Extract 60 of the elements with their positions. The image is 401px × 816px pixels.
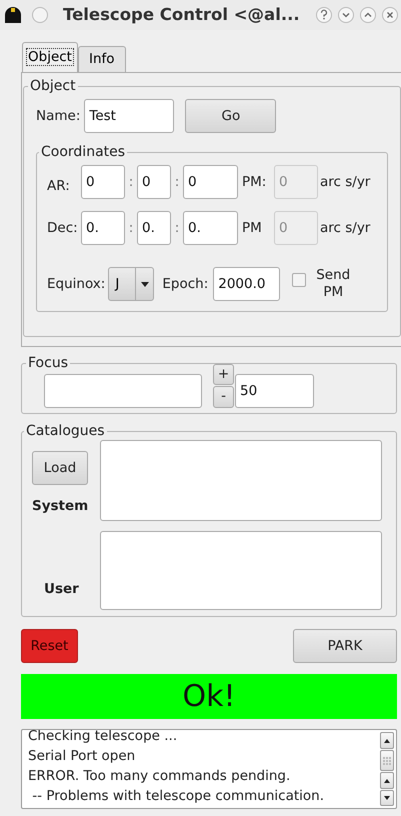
status-banner: Ok!: [21, 674, 397, 719]
coordinate-field[interactable]: 0.: [81, 211, 125, 245]
separator: :: [128, 218, 134, 238]
caret-icon: [140, 282, 149, 286]
field-label: Dec:: [47, 218, 79, 238]
tab[interactable]: Object: [22, 42, 78, 72]
field-label: Name:: [36, 106, 80, 126]
field-label: PM: [242, 218, 263, 238]
epoch-field[interactable]: 2000.0: [213, 267, 280, 301]
unit-label: arc s/yr: [320, 172, 370, 192]
group-title: Catalogues: [25, 424, 106, 438]
park-button[interactable]: PARK: [293, 629, 397, 663]
scroll-up-button[interactable]: [380, 732, 394, 750]
grip-icon: [383, 756, 391, 765]
reset-button[interactable]: Reset: [21, 629, 78, 663]
group-title: Coordinates: [40, 145, 126, 159]
focus-field[interactable]: [44, 374, 202, 408]
field-label: AR:: [47, 176, 71, 196]
field-label: Epoch:: [162, 274, 208, 294]
load-button[interactable]: Load: [32, 451, 88, 486]
coordinate-field[interactable]: 0.: [183, 211, 238, 245]
checkbox[interactable]: [292, 273, 306, 287]
log-line: -- Problems with telescope communication.: [31, 787, 326, 806]
catalogue-label: User: [44, 580, 80, 598]
maximize-icon[interactable]: [359, 6, 377, 24]
separator: :: [174, 218, 180, 238]
arrow-icon: [383, 778, 391, 784]
telescope-dome-icon: [4, 7, 22, 23]
tab[interactable]: Info: [78, 46, 126, 72]
separator: :: [174, 172, 180, 192]
arrow-icon: [383, 794, 391, 801]
close-icon[interactable]: [381, 6, 399, 24]
go-button[interactable]: Go: [185, 99, 276, 133]
name-field[interactable]: Test: [84, 99, 174, 133]
scroll-down-button[interactable]: [380, 790, 394, 806]
equinox-dropdown[interactable]: J: [108, 267, 154, 301]
unit-label: arc s/yr: [320, 218, 370, 238]
field-label: Equinox:: [47, 274, 106, 294]
group-title: Focus: [27, 356, 69, 370]
scroll-thumb[interactable]: [380, 750, 394, 772]
coordinate-field[interactable]: 0.: [137, 211, 171, 245]
scroll-up-button[interactable]: [380, 772, 394, 789]
decrement-button[interactable]: -: [213, 386, 234, 408]
increment-button[interactable]: +: [213, 364, 234, 385]
coordinate-field[interactable]: 0: [137, 165, 171, 199]
minimize-icon[interactable]: [337, 6, 355, 24]
log-line: ERROR. Too many commands pending.: [28, 767, 292, 786]
step-field[interactable]: 50: [235, 374, 314, 408]
log-line: Checking telescope ...: [28, 730, 178, 746]
window-title: Telescope Control <@al...: [63, 4, 300, 26]
separator: :: [128, 172, 134, 192]
field-label: PM:: [242, 172, 268, 192]
catalogue-label: System: [32, 497, 90, 516]
log-line: Serial Port open: [28, 747, 136, 766]
arrow-icon: [383, 738, 391, 744]
checkbox-label: Send PM: [315, 267, 352, 301]
coordinate-field[interactable]: 0: [183, 165, 238, 199]
coordinate-field[interactable]: 0: [81, 165, 125, 199]
group-title: Object: [29, 79, 77, 93]
help-icon[interactable]: [315, 6, 333, 24]
